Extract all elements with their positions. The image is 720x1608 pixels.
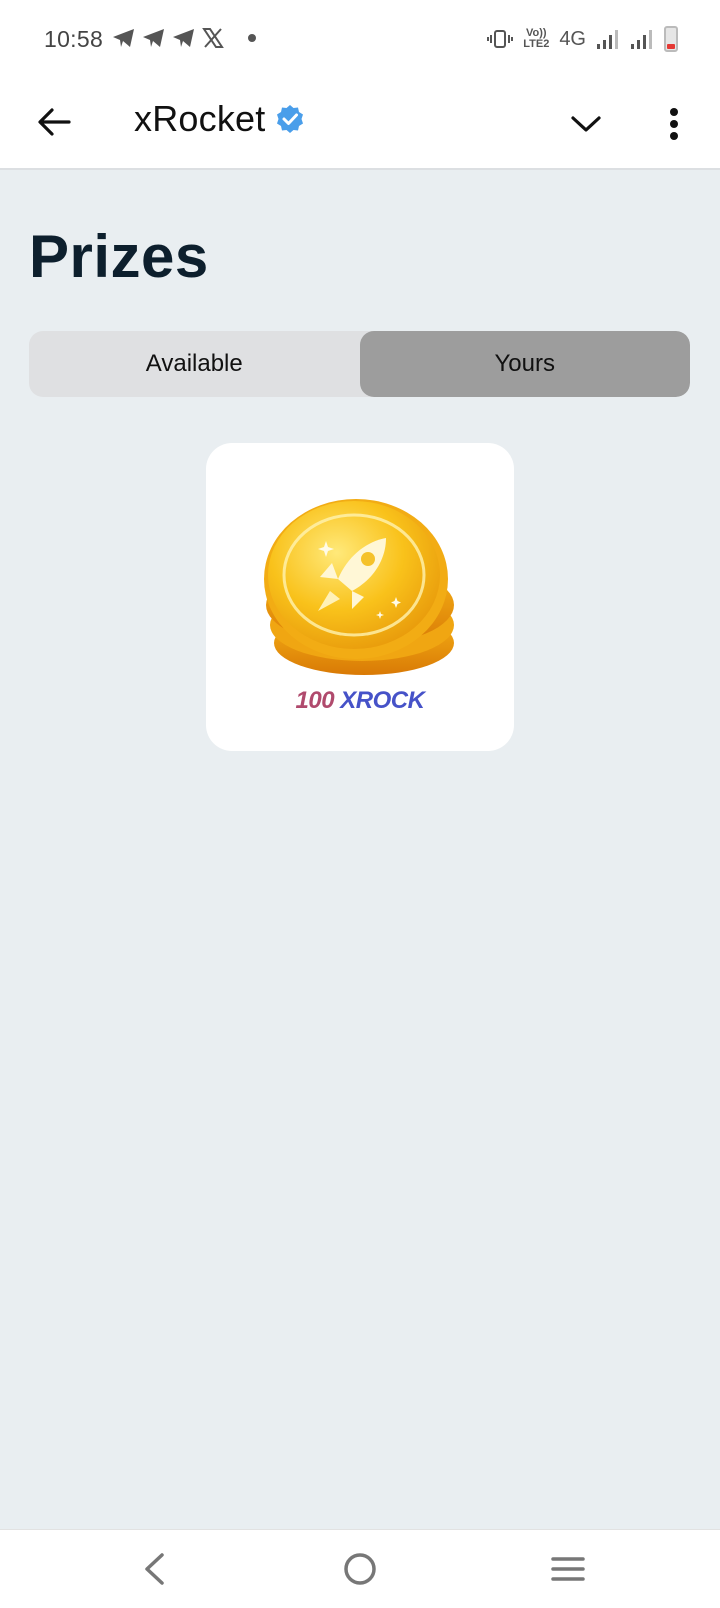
prize-tabs: Available Yours xyxy=(29,331,690,397)
status-time: 10:58 xyxy=(44,26,104,52)
signal-strength-icon xyxy=(597,30,618,49)
system-nav-bar xyxy=(0,1529,720,1608)
back-button[interactable] xyxy=(32,100,76,144)
telegram-icon xyxy=(113,29,134,47)
signal-strength-icon xyxy=(631,30,652,49)
nav-recents-button[interactable] xyxy=(540,1544,596,1594)
telegram-icon xyxy=(143,29,164,47)
nav-back-icon xyxy=(145,1553,164,1585)
more-vertical-icon xyxy=(670,108,678,140)
nav-menu-icon xyxy=(551,1557,585,1581)
x-icon xyxy=(202,28,224,48)
prize-card[interactable]: 100 XROCK xyxy=(206,443,514,751)
collapse-button[interactable] xyxy=(564,102,608,146)
system-status-icons: Vo)) LTE2 4G xyxy=(487,26,678,52)
bot-title: xRocket xyxy=(134,98,305,140)
verified-badge-icon xyxy=(277,105,304,133)
chat-header: xRocket xyxy=(0,80,720,170)
more-options-button[interactable] xyxy=(652,98,696,150)
arrow-left-icon xyxy=(38,108,71,136)
nav-home-icon xyxy=(344,1553,376,1585)
xrock-coin-icon xyxy=(264,499,454,675)
more-notifications-dot xyxy=(248,34,256,42)
page-title: Prizes xyxy=(29,223,209,290)
prize-label: 100 XROCK xyxy=(206,687,514,715)
nav-back-button[interactable] xyxy=(126,1544,182,1594)
status-bar: 10:58 Vo)) LTE2 4G xyxy=(0,0,720,80)
vibrate-icon xyxy=(487,30,514,48)
volte-indicator: Vo)) LTE2 xyxy=(523,27,550,50)
tab-yours[interactable]: Yours xyxy=(359,331,690,397)
nav-home-button[interactable] xyxy=(332,1544,388,1594)
network-type: 4G xyxy=(559,27,586,50)
telegram-icon xyxy=(173,29,194,47)
notification-icons xyxy=(112,27,256,49)
tab-available[interactable]: Available xyxy=(29,331,360,397)
prize-unit: XROCK xyxy=(340,687,425,714)
battery-icon xyxy=(664,26,678,52)
prize-amount: 100 xyxy=(295,687,335,714)
chevron-down-icon xyxy=(571,116,601,132)
header-title: xRocket xyxy=(134,98,266,139)
